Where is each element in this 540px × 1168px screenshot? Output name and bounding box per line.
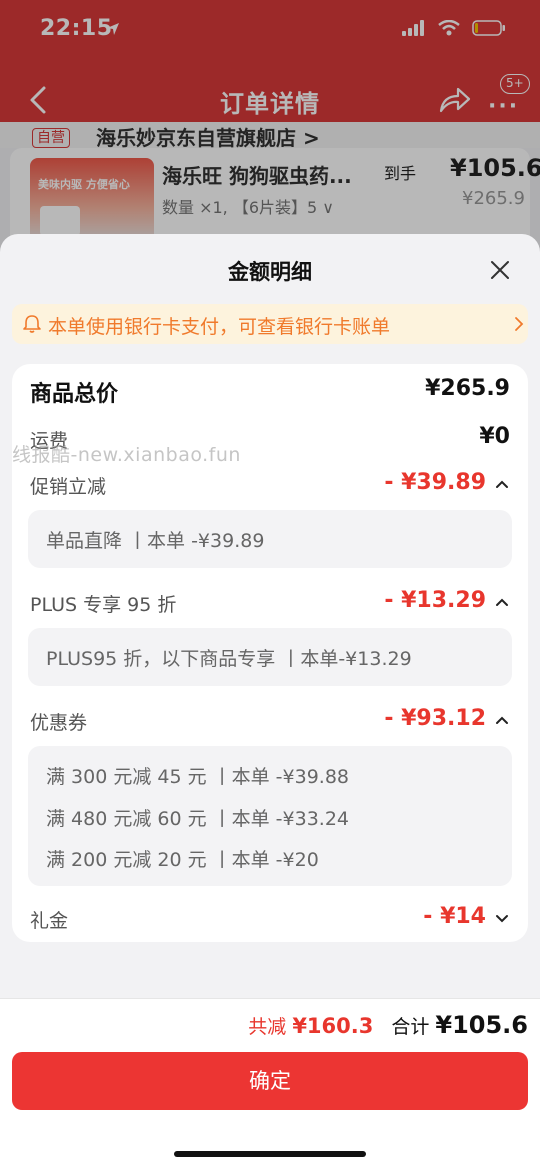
coupon-detail-line: 满 480 元减 60 元 丨本单 -¥33.24: [46, 808, 350, 830]
chevron-down-icon[interactable]: [494, 912, 510, 924]
watermark: 线报酷-new.xianbao.fun: [12, 444, 241, 466]
row-coupon-label: 优惠券: [30, 712, 88, 734]
chevron-right-icon: [515, 317, 524, 331]
notice-text: 本单使用银行卡支付，可查看银行卡账单: [48, 316, 391, 338]
row-coupon[interactable]: 优惠券 - ¥93.12: [12, 704, 528, 738]
promo-detail-line: 单品直降 丨本单 -¥39.89: [46, 530, 265, 552]
row-total-value: ¥265.9: [425, 376, 510, 401]
row-plus-value: - ¥13.29: [384, 588, 486, 613]
row-gift[interactable]: 礼金 - ¥14: [12, 902, 528, 936]
row-promo-label: 促销立减: [30, 476, 107, 498]
sheet-title: 金额明细: [228, 260, 312, 284]
footer-bar: 共减 ¥160.3 合计 ¥105.6 确定: [0, 998, 540, 1168]
coupon-detail-line: 满 300 元减 45 元 丨本单 -¥39.88: [46, 766, 350, 788]
home-indicator: [174, 1151, 366, 1157]
coupon-details: 满 300 元减 45 元 丨本单 -¥39.88 满 480 元减 60 元 …: [28, 746, 512, 886]
bank-card-notice[interactable]: 本单使用银行卡支付，可查看银行卡账单: [12, 304, 528, 344]
coupon-detail-line: 满 200 元减 20 元 丨本单 -¥20: [46, 849, 319, 871]
row-promo-value: - ¥39.89: [384, 470, 486, 495]
discount-value: ¥160.3: [292, 1014, 374, 1038]
row-gift-label: 礼金: [30, 910, 69, 932]
row-gift-value: - ¥14: [423, 904, 486, 929]
chevron-up-icon[interactable]: [494, 714, 510, 726]
plus-detail-line: PLUS95 折，以下商品专享 丨本单-¥13.29: [46, 648, 412, 670]
chevron-up-icon[interactable]: [494, 596, 510, 608]
row-plus[interactable]: PLUS 专享 95 折 - ¥13.29: [12, 586, 528, 620]
row-coupon-value: - ¥93.12: [384, 706, 486, 731]
row-total: 商品总价 ¥265.9: [12, 374, 528, 408]
promo-details: 单品直降 丨本单 -¥39.89: [28, 510, 512, 568]
confirm-button[interactable]: 确定: [12, 1052, 528, 1110]
row-total-label: 商品总价: [30, 382, 119, 407]
total-label: 合计: [391, 1016, 430, 1038]
discount-label: 共减: [248, 1016, 287, 1038]
row-promo[interactable]: 促销立减 - ¥39.89: [12, 468, 528, 502]
plus-details: PLUS95 折，以下商品专享 丨本单-¥13.29: [28, 628, 512, 686]
row-plus-label: PLUS 专享 95 折: [30, 594, 177, 616]
bell-icon: [23, 315, 41, 333]
row-shipping-value: ¥0: [479, 424, 510, 449]
chevron-up-icon[interactable]: [494, 478, 510, 490]
footer-summary: 共减 ¥160.3 合计 ¥105.6: [248, 1011, 528, 1039]
close-icon[interactable]: [486, 256, 514, 284]
total-value: ¥105.6: [435, 1011, 528, 1039]
